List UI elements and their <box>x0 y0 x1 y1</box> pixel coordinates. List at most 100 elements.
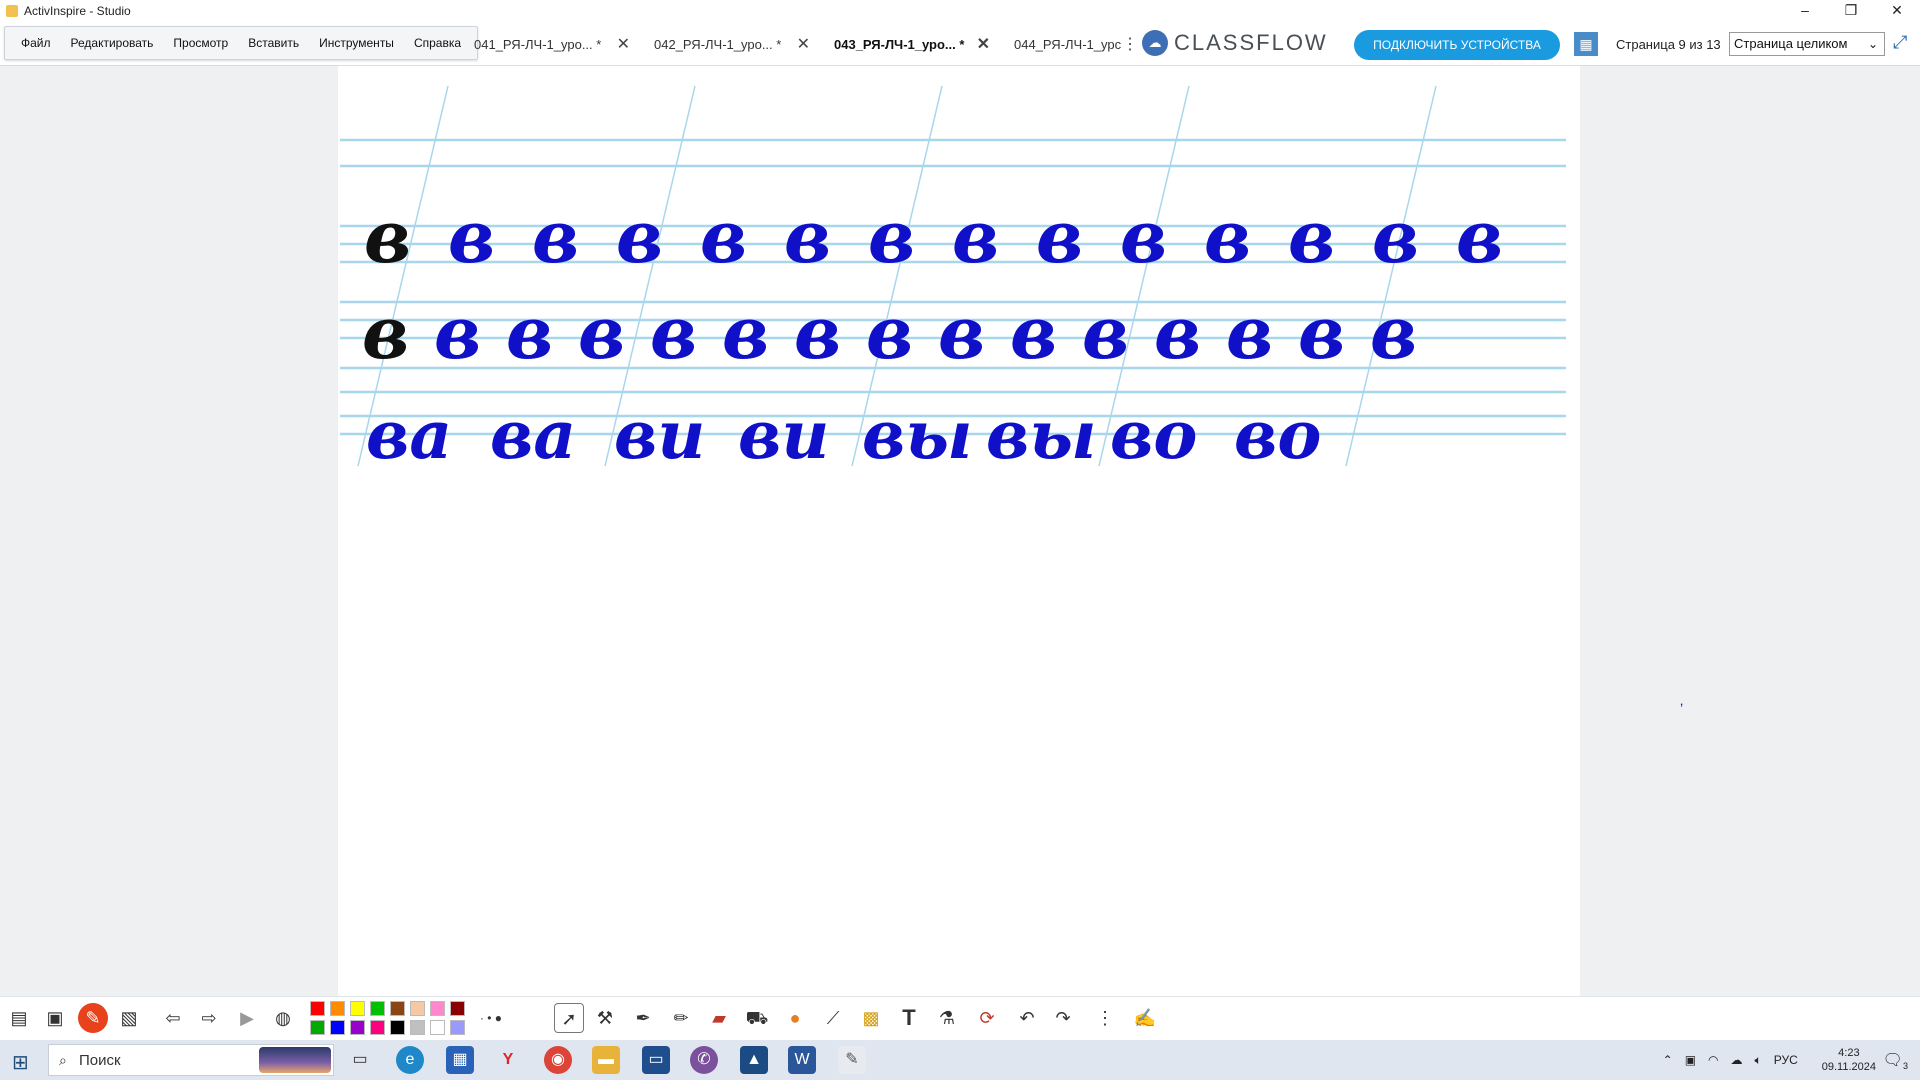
tab-043[interactable]: 043_РЯ-ЛЧ-1_уро... * ✕ <box>820 22 1000 66</box>
tab-041[interactable]: 041_РЯ-ЛЧ-1_уро... * ✕ <box>460 22 640 66</box>
undo-icon[interactable]: ↶ <box>1012 1003 1042 1033</box>
start-icon[interactable]: ⊞ <box>12 1050 29 1075</box>
minimize-button[interactable]: – <box>1782 0 1828 22</box>
close-icon[interactable]: ✕ <box>617 34 630 54</box>
yandex-icon[interactable]: Y <box>494 1046 522 1074</box>
shape-icon[interactable]: ● <box>780 1003 810 1033</box>
letter-sample: в <box>1226 290 1273 375</box>
syllable: вы <box>986 396 1097 474</box>
select-icon[interactable]: ➚ <box>554 1003 584 1033</box>
connect-devices-button[interactable]: ПОДКЛЮЧИТЬ УСТРОЙСТВА <box>1354 30 1560 60</box>
menu-file[interactable]: Файл <box>11 36 61 50</box>
restore-button[interactable]: ❐ <box>1828 0 1874 22</box>
flipchart-page[interactable]: в в в в в в в в в в в в в в в в в в в в в в в в в в в в в ва ва ви ви вы в… <box>338 66 1683 996</box>
redo-icon[interactable]: ↷ <box>1048 1003 1078 1033</box>
close-window-button[interactable]: ✕ <box>1874 0 1920 22</box>
highlighter-icon[interactable]: ✏ <box>666 1003 696 1033</box>
menu-insert[interactable]: Вставить <box>238 36 309 50</box>
page-browser-icon[interactable]: ▦ <box>1574 32 1598 56</box>
zoom-select[interactable]: Страница целиком ⌄ <box>1729 32 1885 56</box>
fill-icon[interactable]: ⛟ <box>742 1003 772 1033</box>
device-icon[interactable]: ▣ <box>1685 1053 1696 1067</box>
tab-044[interactable]: 044_РЯ-ЛЧ-1_урс <box>1000 22 1125 66</box>
tools-icon[interactable]: ⚒ <box>590 1003 620 1033</box>
more-tools-icon[interactable]: ⋮ <box>1090 1003 1120 1033</box>
text-icon[interactable]: T <box>894 1003 924 1033</box>
color-swatch[interactable] <box>350 1001 365 1016</box>
previous-page-icon[interactable]: ⇦ <box>158 1003 188 1033</box>
classflow-logo[interactable]: ☁ CLASSFLOW <box>1142 30 1328 56</box>
color-swatch[interactable] <box>330 1020 345 1035</box>
color-swatch[interactable] <box>450 1001 465 1016</box>
clock[interactable]: 4:23 09.11.2024 <box>1810 1046 1876 1074</box>
color-swatch[interactable] <box>430 1020 445 1035</box>
task-view-icon[interactable]: ▭ <box>346 1046 374 1074</box>
syllable: вы <box>862 396 973 474</box>
color-swatch[interactable] <box>330 1001 345 1016</box>
color-swatch[interactable] <box>310 1001 325 1016</box>
navigator-icon[interactable]: ▲ <box>740 1046 768 1074</box>
resource-icon[interactable]: ▩ <box>856 1003 886 1033</box>
onedrive-icon[interactable]: ☁ <box>1731 1053 1743 1067</box>
pen-icon[interactable]: ✒ <box>628 1003 658 1033</box>
eraser-icon[interactable]: ▰ <box>704 1003 734 1033</box>
letter-sample: в <box>868 194 915 279</box>
close-icon[interactable]: ✕ <box>977 34 990 54</box>
letter-sample: в <box>1456 194 1503 279</box>
letter-sample: в <box>448 194 495 279</box>
color-swatch[interactable] <box>390 1001 405 1016</box>
desktop-annotate-icon[interactable]: ◍ <box>268 1003 298 1033</box>
color-swatch[interactable] <box>370 1001 385 1016</box>
color-swatch[interactable] <box>390 1020 405 1035</box>
pen-mode-icon[interactable]: ✎ <box>78 1003 108 1033</box>
volume-icon[interactable]: 🔈︎ <box>1755 1053 1762 1068</box>
media-app-icon[interactable]: ▭ <box>642 1046 670 1074</box>
search-input[interactable]: ⌕ Поиск <box>48 1044 334 1076</box>
color-swatch[interactable] <box>310 1020 325 1035</box>
notifications-icon[interactable]: 🗨︎3 <box>1883 1050 1908 1071</box>
word-icon[interactable]: W <box>788 1046 816 1074</box>
next-page-icon[interactable]: ⇨ <box>194 1003 224 1033</box>
more-tabs-icon[interactable]: ⋮ <box>1122 34 1138 54</box>
play-icon[interactable]: ▶ <box>232 1003 262 1033</box>
letter-sample: в <box>364 194 411 279</box>
letter-sample: в <box>1370 290 1417 375</box>
store-icon[interactable]: ▦ <box>446 1046 474 1074</box>
menu-tab-bar: Файл Редактировать Просмотр Вставить Инс… <box>0 22 1920 66</box>
taskbar: ⊞ ⌕ Поиск ▭ e ▦ Y ◉ ▬ ▭ ✆ ▲ W ✎ ⌃ ▣ ◠ ☁ … <box>0 1040 1920 1080</box>
activinspire-icon[interactable]: ✎ <box>838 1046 866 1074</box>
menu-tools[interactable]: Инструменты <box>309 36 404 50</box>
menu-edit[interactable]: Редактировать <box>61 36 164 50</box>
clear-icon[interactable]: ⚗ <box>932 1003 962 1033</box>
notification-count: 3 <box>1902 1061 1908 1072</box>
tray-chevron-icon[interactable]: ⌃ <box>1663 1053 1673 1067</box>
letter-sample: в <box>722 290 769 375</box>
color-swatch[interactable] <box>410 1020 425 1035</box>
clock-date: 09.11.2024 <box>1821 1061 1876 1073</box>
menu-view[interactable]: Просмотр <box>163 36 238 50</box>
edge-icon[interactable]: e <box>396 1046 424 1074</box>
tab-042[interactable]: 042_РЯ-ЛЧ-1_уро... * ✕ <box>640 22 820 66</box>
main-menu-icon[interactable]: ▤ <box>4 1003 34 1033</box>
main-toolbar: ▤ ▣ ✎ ▧ ⇦ ⇨ ▶ ◍ · • ● ➚ ⚒ ✒ ✏ ▰ ⛟ ● ⟋ ▩ … <box>0 996 1920 1040</box>
letter-sample: в <box>1036 194 1083 279</box>
folder-icon[interactable]: ▬ <box>592 1046 620 1074</box>
color-swatch[interactable] <box>370 1020 385 1035</box>
chrome-icon[interactable]: ◉ <box>544 1046 572 1074</box>
color-swatch[interactable] <box>430 1001 445 1016</box>
viber-icon[interactable]: ✆ <box>690 1046 718 1074</box>
color-swatch[interactable] <box>350 1020 365 1035</box>
browser-icon[interactable]: ▧ <box>114 1003 144 1033</box>
letter-sample: в <box>434 290 481 375</box>
color-swatch[interactable] <box>410 1001 425 1016</box>
color-swatch[interactable] <box>450 1020 465 1035</box>
toolbar-settings-icon[interactable]: ✍ <box>1130 1003 1160 1033</box>
close-icon[interactable]: ✕ <box>797 34 810 54</box>
reset-icon[interactable]: ⟳ <box>972 1003 1002 1033</box>
fullscreen-icon[interactable]: ⤢ <box>1893 32 1907 53</box>
connector-icon[interactable]: ⟋ <box>818 1003 848 1033</box>
pen-width-icon[interactable]: · • ● <box>476 1003 506 1033</box>
profile-icon[interactable]: ▣ <box>40 1003 70 1033</box>
language-indicator[interactable]: РУС <box>1774 1053 1798 1067</box>
wifi-icon[interactable]: ◠ <box>1708 1053 1718 1067</box>
